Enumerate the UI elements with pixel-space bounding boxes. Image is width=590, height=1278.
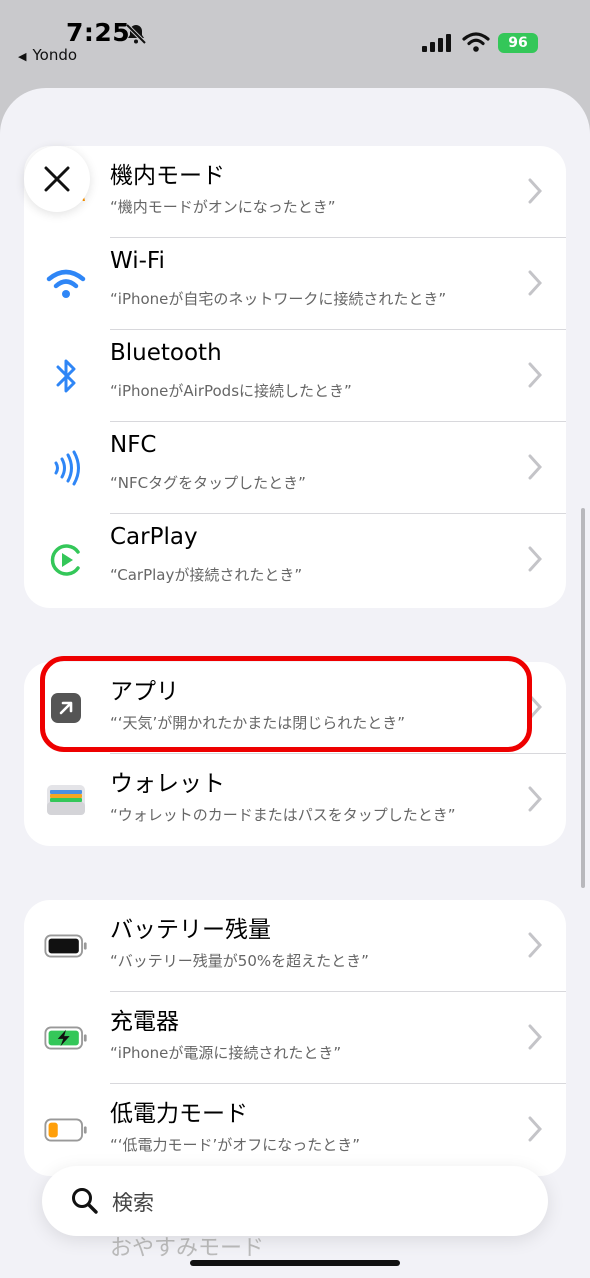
chevron-right-icon: [528, 932, 542, 958]
row-title: Bluetooth: [110, 340, 222, 366]
row-title: ウォレット: [110, 771, 225, 797]
row-title: バッテリー残量: [110, 917, 271, 943]
list-item-wallet[interactable]: ウォレット “ウォレットのカードまたはパスをタップしたとき”: [24, 754, 566, 846]
list-item-airplane-mode[interactable]: 機内モード “機内モードがオンになったとき”: [24, 146, 566, 238]
row-title: 機内モード: [110, 163, 225, 189]
row-subtitle: “‘低電力モード’がオフになったとき”: [110, 1136, 361, 1154]
list-item-low-power-mode[interactable]: 低電力モード “‘低電力モード’がオフになったとき”: [24, 1084, 566, 1176]
nfc-icon: [44, 446, 88, 490]
wifi-icon: [44, 262, 88, 306]
back-app-label: Yondo: [32, 46, 78, 64]
list-item-wifi[interactable]: Wi-Fi “iPhoneが自宅のネットワークに接続されたとき”: [24, 238, 566, 330]
chevron-right-icon: [528, 270, 542, 296]
highlight-annotation-box: [40, 656, 532, 752]
bluetooth-icon: [44, 354, 88, 398]
chevron-right-icon: [528, 786, 542, 812]
home-indicator: [190, 1260, 400, 1266]
list-item-bluetooth[interactable]: Bluetooth “iPhoneがAirPodsに接続したとき”: [24, 330, 566, 422]
chevron-right-icon: [528, 546, 542, 572]
row-title: Wi-Fi: [110, 248, 165, 274]
row-subtitle: “iPhoneが電源に接続されたとき”: [110, 1044, 342, 1062]
battery-full-icon: [44, 924, 88, 968]
battery-group: バッテリー残量 “バッテリー残量が50%を超えたとき” 充電器 “iPhoneが…: [24, 900, 566, 1176]
back-triangle-icon: ◀: [18, 50, 27, 63]
connectivity-group: 機内モード “機内モードがオンになったとき” Wi-Fi “iPhoneが自宅の…: [24, 146, 566, 608]
battery-charging-icon: [44, 1016, 88, 1060]
list-item-carplay[interactable]: CarPlay “CarPlayが接続されたとき”: [24, 514, 566, 606]
row-title: CarPlay: [110, 524, 198, 550]
battery-level: 96: [508, 35, 528, 51]
search-icon: [72, 1188, 98, 1214]
search-placeholder: 検索: [112, 1191, 154, 1215]
wallet-icon: [44, 778, 88, 822]
row-subtitle: “機内モードがオンになったとき”: [110, 198, 336, 216]
carplay-icon: [44, 538, 88, 582]
row-subtitle: “バッテリー残量が50%を超えたとき”: [110, 952, 369, 970]
close-icon: [44, 166, 70, 192]
row-subtitle: “NFCタグをタップしたとき”: [110, 474, 306, 492]
cellular-signal-icon: [422, 34, 451, 52]
trigger-sheet: 機内モード “機内モードがオンになったとき” Wi-Fi “iPhoneが自宅の…: [0, 88, 590, 1278]
chevron-right-icon: [528, 1024, 542, 1050]
status-bar: 7:25 ◀ Yondo 96: [0, 0, 590, 90]
close-button[interactable]: [24, 146, 90, 212]
scroll-indicator: [581, 508, 585, 888]
wifi-status-icon: [462, 32, 490, 52]
battery-status-icon: 96: [498, 33, 538, 53]
bell-slash-icon: [125, 23, 147, 45]
status-time: 7:25: [66, 18, 131, 47]
row-title: 充電器: [110, 1009, 179, 1035]
row-title: 低電力モード: [110, 1101, 248, 1127]
list-item-nfc[interactable]: NFC “NFCタグをタップしたとき”: [24, 422, 566, 514]
row-subtitle: “iPhoneがAirPodsに接続したとき”: [110, 382, 352, 400]
list-item-battery-level[interactable]: バッテリー残量 “バッテリー残量が50%を超えたとき”: [24, 900, 566, 992]
row-subtitle: “CarPlayが接続されたとき”: [110, 566, 303, 584]
back-to-app[interactable]: ◀ Yondo: [18, 46, 77, 64]
chevron-right-icon: [528, 362, 542, 388]
chevron-right-icon: [528, 178, 542, 204]
search-field[interactable]: 検索: [42, 1166, 548, 1236]
chevron-right-icon: [528, 1116, 542, 1142]
row-subtitle: “ウォレットのカードまたはパスをタップしたとき”: [110, 806, 456, 824]
row-title: NFC: [110, 432, 157, 458]
battery-low-icon: [44, 1108, 88, 1152]
chevron-right-icon: [528, 454, 542, 480]
row-subtitle: “iPhoneが自宅のネットワークに接続されたとき”: [110, 290, 447, 308]
list-item-charger[interactable]: 充電器 “iPhoneが電源に接続されたとき”: [24, 992, 566, 1084]
